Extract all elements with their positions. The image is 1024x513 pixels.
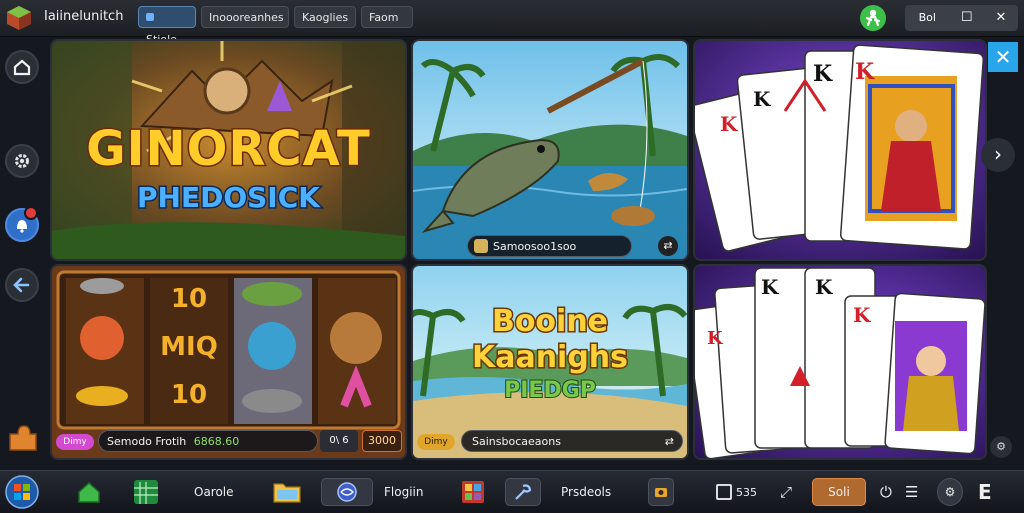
game-card-booine[interactable]: Booine Kaanighs PIEDGP Dimy Sainsbocaeao…: [413, 266, 687, 458]
tab-kaoglies[interactable]: Kaoglies: [294, 6, 356, 28]
app-title: Iaiinelunitch: [44, 9, 124, 24]
game-card-playing-cards[interactable]: K K K K: [695, 41, 985, 259]
system-tray-sync[interactable]: 535: [716, 477, 757, 507]
tab-stiole[interactable]: Stiole: [138, 6, 196, 46]
title-bar: Iaiinelunitch Stiole Inoooreanhes Kaogli…: [0, 0, 1024, 46]
menu-icon[interactable]: ☰: [905, 477, 918, 507]
taskbar-browser-app[interactable]: [321, 478, 373, 506]
taskbar-image-app[interactable]: [460, 477, 486, 507]
card-chip: Dimy: [56, 434, 94, 450]
tools-icon: [515, 484, 532, 500]
slot-option-button[interactable]: 0\ 6: [320, 430, 358, 452]
game-card-playing-cards-2[interactable]: K K K K: [695, 266, 985, 458]
card-subtitle: PIEDGP: [503, 377, 597, 404]
card-artwork: K K K K: [695, 41, 985, 259]
person-icon: [865, 9, 881, 27]
maximize-button[interactable]: ☐: [950, 5, 984, 31]
svg-text:K: K: [853, 303, 871, 327]
game-card-ginorcat[interactable]: GINORCAT PHEDOSICK: [52, 41, 405, 259]
back-arrow-icon: [13, 277, 30, 293]
taskbar-label-2[interactable]: Flogiin: [384, 477, 423, 507]
svg-text:K: K: [720, 112, 738, 136]
reel-symbol-bottom: 10: [170, 380, 208, 410]
puzzle-icon[interactable]: [6, 420, 40, 454]
tab-inoooreanhes[interactable]: Inoooreanhes: [201, 6, 289, 28]
window-menu-button[interactable]: Bol: [905, 5, 950, 31]
card-title-line2: Kaanighs: [470, 339, 629, 377]
svg-text:K: K: [753, 87, 771, 111]
settings-small-icon[interactable]: ⚙: [990, 436, 1012, 458]
browser-icon: [337, 482, 357, 502]
taskbar-label-1[interactable]: Oarole: [194, 477, 234, 507]
camera-icon: [655, 488, 667, 497]
account-status-icon[interactable]: [860, 5, 886, 31]
taskbar-label-3[interactable]: Prsdeols: [561, 477, 611, 507]
tray-expand-icon[interactable]: ⤢: [780, 477, 792, 507]
svg-text:K: K: [813, 61, 833, 87]
slot-bet-button[interactable]: 3000: [362, 430, 402, 452]
rail-home-button[interactable]: [5, 50, 39, 84]
card-chip: Dimy: [417, 434, 455, 450]
card-title: GINORCAT: [85, 120, 372, 179]
image-app-icon: [462, 481, 484, 503]
taskbar-home-app[interactable]: [76, 477, 102, 507]
home-icon: [13, 59, 31, 76]
share-icon[interactable]: ⇄: [665, 431, 674, 452]
reel-symbol-middle: MIQ: [160, 332, 218, 362]
app-logo-icon: [7, 6, 31, 30]
svg-text:K: K: [761, 275, 779, 299]
taskbar: Oarole Flogiin Prsdeols 535 ⤢ Soli ⏻ ☰ ⚙…: [0, 470, 1024, 513]
window-controls: Bol ☐ ✕: [905, 5, 1018, 31]
folder-icon: [273, 483, 301, 503]
card-caption-bar: Samoosoo1soo: [467, 235, 632, 257]
next-page-button[interactable]: ›: [981, 138, 1015, 172]
spreadsheet-icon: [134, 480, 158, 504]
tab-faom[interactable]: Faom: [361, 6, 413, 28]
gear-icon: [15, 154, 29, 168]
share-icon[interactable]: ⇄: [658, 236, 678, 256]
svg-text:K: K: [707, 328, 724, 349]
home-green-icon: [78, 481, 100, 503]
taskbar-folder-app[interactable]: [272, 477, 302, 507]
game-card-fishing[interactable]: Samoosoo1soo ⇄: [413, 41, 687, 259]
layers-icon: [716, 484, 732, 500]
card-artwork: [413, 41, 687, 259]
notification-badge: [24, 206, 38, 220]
svg-text:K: K: [855, 59, 875, 85]
card-caption-bar: Sainsbocaeaons ⇄: [461, 430, 683, 452]
reel-symbol-top: 10: [170, 284, 208, 314]
lock-icon[interactable]: ⏻: [880, 477, 892, 507]
taskbar-spreadsheet-app[interactable]: [132, 477, 160, 507]
clock[interactable]: E: [978, 477, 992, 507]
tab-icon: [146, 13, 154, 21]
taskbar-tools-app[interactable]: [505, 478, 541, 506]
rail-back-button[interactable]: [5, 268, 39, 302]
svg-text:K: K: [815, 275, 833, 299]
trophy-icon: [474, 239, 488, 253]
rail-notification-button[interactable]: [5, 206, 39, 242]
game-card-slots[interactable]: 10 MIQ 10 Dimy Semodo Frotih 6868.60 0\ …: [52, 266, 405, 458]
settings-icon[interactable]: ⚙: [937, 478, 963, 506]
rail-settings-button[interactable]: [5, 144, 39, 178]
close-window-button[interactable]: ✕: [984, 5, 1018, 31]
card-caption-bar: Semodo Frotih 6868.60: [98, 430, 318, 452]
close-panel-button[interactable]: ✕: [988, 42, 1018, 72]
card-subtitle: PHEDOSICK: [136, 180, 322, 216]
start-orb[interactable]: [5, 475, 39, 509]
taskbar-camera-app[interactable]: [648, 478, 674, 506]
action-button[interactable]: Soli: [812, 478, 866, 506]
jackpot-value: 6868.60: [193, 435, 240, 448]
card-title: Booine: [490, 303, 609, 341]
card-artwork: K K K K: [695, 266, 985, 458]
